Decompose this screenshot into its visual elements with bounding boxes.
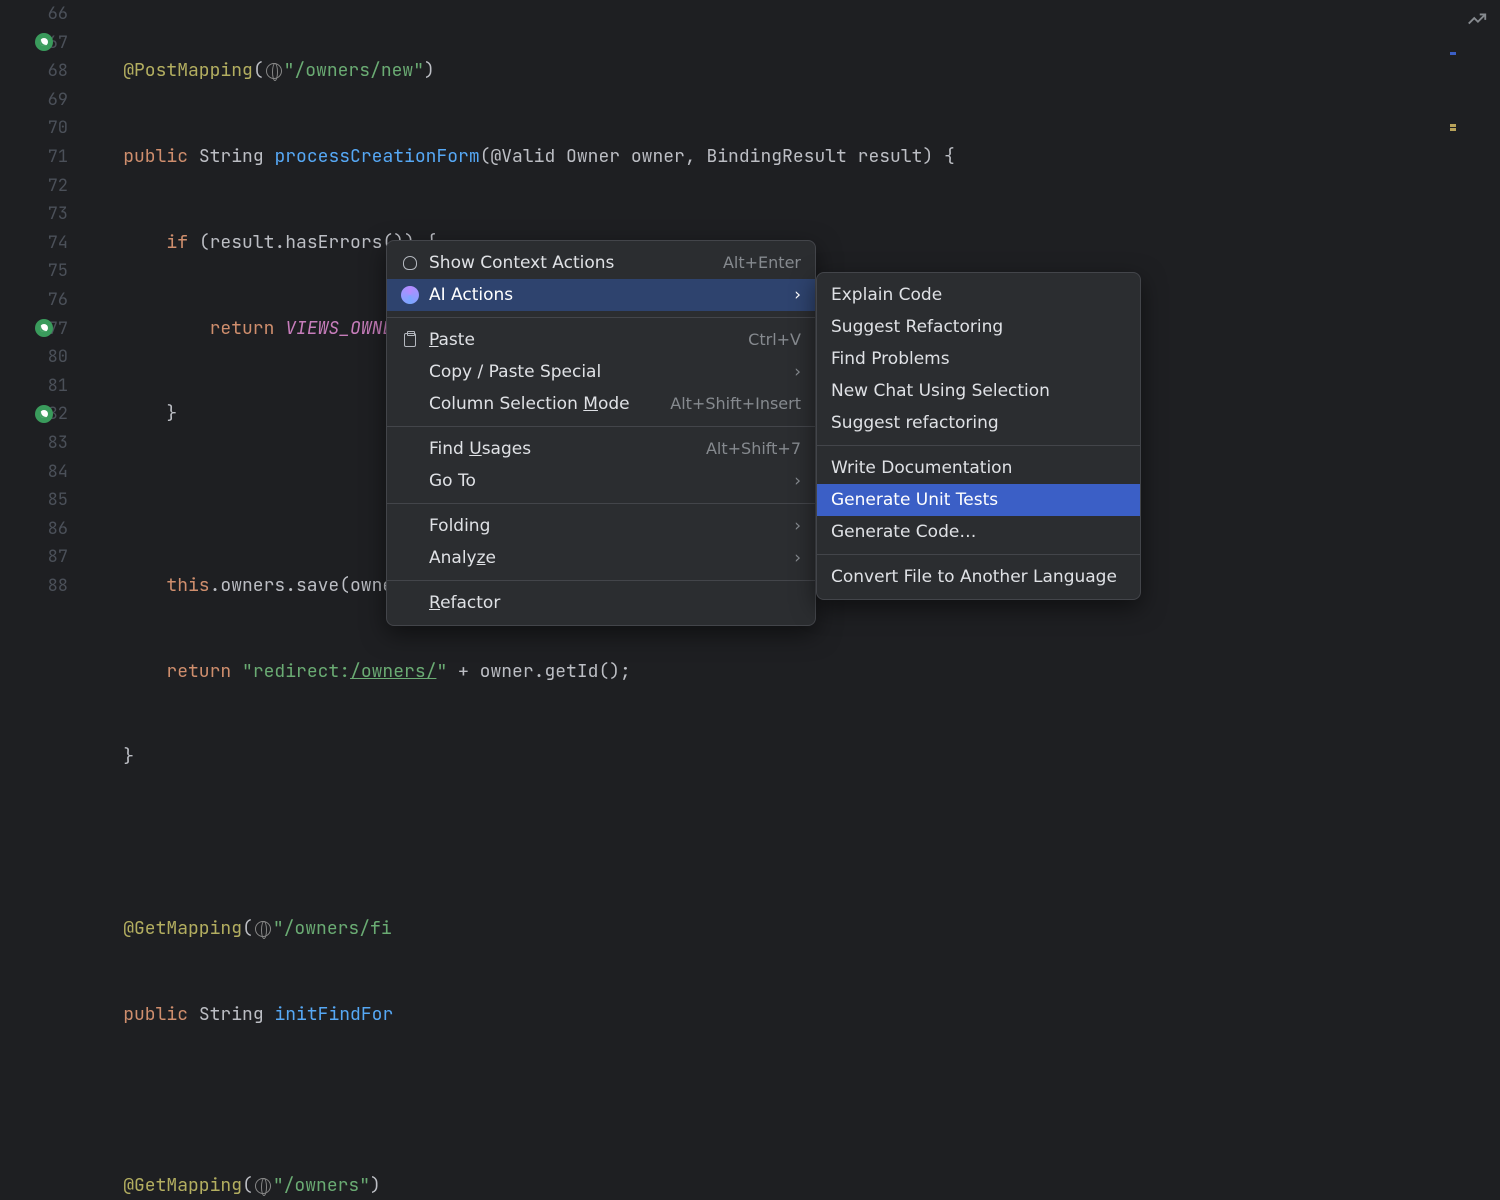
vcs-gutter-icon[interactable] [35, 33, 53, 51]
line-number: 66 [0, 0, 68, 29]
menu-item-copy-paste-special[interactable]: Copy / Paste Special › [387, 356, 815, 388]
line-number: 71 [0, 143, 68, 172]
chevron-right-icon: › [794, 516, 801, 536]
menu-item-find-problems[interactable]: Find Problems [817, 343, 1140, 375]
minimap-marker[interactable] [1450, 128, 1456, 131]
menu-item-paste[interactable]: Paste Ctrl+V [387, 324, 815, 356]
menu-separator [817, 445, 1140, 446]
menu-item-convert-file-language[interactable]: Convert File to Another Language [817, 561, 1140, 593]
line-number: 76 [0, 286, 68, 315]
menu-item-ai-actions[interactable]: AI Actions › [387, 279, 815, 311]
line-number: 88 [0, 572, 68, 601]
menu-separator [387, 426, 815, 427]
line-number: 87 [0, 543, 68, 572]
menu-item-analyze[interactable]: Analyze › [387, 542, 815, 574]
line-number: 73 [0, 200, 68, 229]
menu-item-write-documentation[interactable]: Write Documentation [817, 452, 1140, 484]
line-number: 86 [0, 515, 68, 544]
menu-item-generate-unit-tests[interactable]: Generate Unit Tests [817, 484, 1140, 516]
menu-item-suggest-refactoring[interactable]: Suggest Refactoring [817, 311, 1140, 343]
menu-item-column-selection-mode[interactable]: Column Selection Mode Alt+Shift+Insert [387, 388, 815, 420]
line-number: 81 [0, 372, 68, 401]
globe-icon [255, 1178, 271, 1194]
menu-item-go-to[interactable]: Go To › [387, 465, 815, 497]
clipboard-icon [401, 331, 419, 349]
chevron-right-icon: › [794, 471, 801, 491]
menu-separator [817, 554, 1140, 555]
menu-item-new-chat-selection[interactable]: New Chat Using Selection [817, 375, 1140, 407]
line-number: 80 [0, 343, 68, 372]
menu-item-folding[interactable]: Folding › [387, 510, 815, 542]
chevron-right-icon: › [794, 285, 801, 305]
ai-icon [401, 286, 419, 304]
menu-item-explain-code[interactable]: Explain Code [817, 279, 1140, 311]
bulb-icon [401, 254, 419, 272]
chevron-right-icon: › [794, 362, 801, 382]
menu-item-suggest-refactoring-2[interactable]: Suggest refactoring [817, 407, 1140, 439]
line-number: 67 [0, 29, 68, 58]
line-number: 75 [0, 257, 68, 286]
menu-separator [387, 503, 815, 504]
minimap-marker[interactable] [1450, 52, 1456, 55]
menu-item-find-usages[interactable]: Find Usages Alt+Shift+7 [387, 433, 815, 465]
line-number: 68 [0, 57, 68, 86]
line-number: 82 [0, 400, 68, 429]
menu-item-refactor[interactable]: Refactor [387, 587, 815, 619]
menu-item-show-context-actions[interactable]: Show Context Actions Alt+Enter [387, 247, 815, 279]
menu-separator [387, 317, 815, 318]
line-number: 77 [0, 315, 68, 344]
globe-icon [266, 63, 282, 79]
editor-context-menu[interactable]: Show Context Actions Alt+Enter AI Action… [386, 240, 816, 626]
annotation: @PostMapping [123, 59, 253, 82]
menu-separator [387, 580, 815, 581]
vcs-gutter-icon[interactable] [35, 319, 53, 337]
line-number-gutter: 66 67 68 69 70 71 72 73 74 75 76 77 80 8… [0, 0, 80, 600]
globe-icon [255, 921, 271, 937]
chevron-right-icon: › [794, 548, 801, 568]
line-number: 69 [0, 86, 68, 115]
line-number: 84 [0, 458, 68, 487]
line-number: 85 [0, 486, 68, 515]
line-number: 70 [0, 114, 68, 143]
editor-right-rail [1450, 0, 1500, 600]
ai-actions-submenu[interactable]: Explain Code Suggest Refactoring Find Pr… [816, 272, 1141, 600]
line-number: 83 [0, 429, 68, 458]
trending-icon[interactable] [1466, 8, 1488, 36]
line-number: 74 [0, 229, 68, 258]
line-number: 72 [0, 172, 68, 201]
minimap-marker[interactable] [1450, 124, 1456, 127]
vcs-gutter-icon[interactable] [35, 405, 53, 423]
menu-item-generate-code[interactable]: Generate Code… [817, 516, 1140, 548]
